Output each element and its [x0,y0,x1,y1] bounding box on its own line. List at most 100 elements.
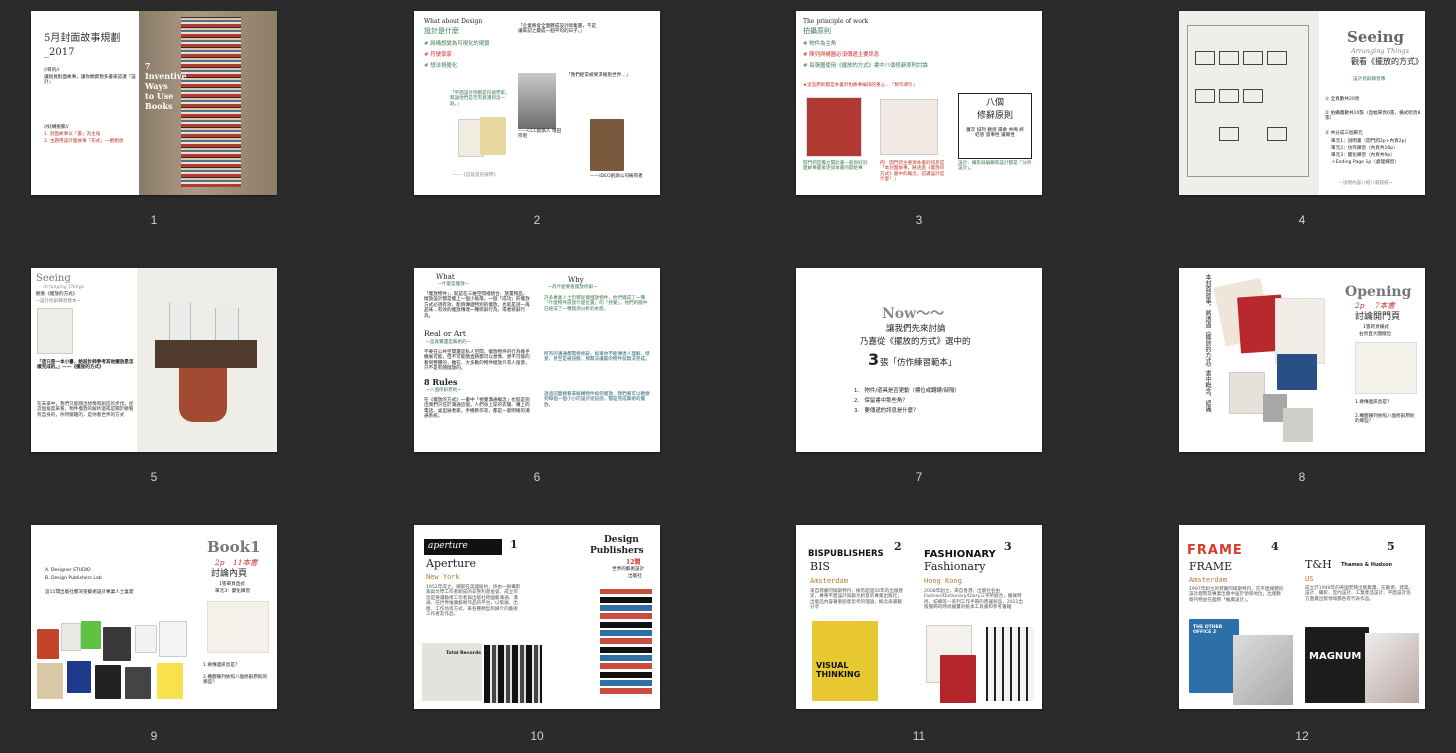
slide-thumbnail-8[interactable]: 本封面故事，將透過《擺放的方式》書中概念，認識 Opening 2p 7本書 討… [1179,268,1425,452]
magazine-photo [1233,635,1293,705]
publisher-desc-1: 來自荷蘭阿姆斯特丹，擁有超過50年的出版歷史，專事平面設計與藝文創意的專業出版社… [810,589,904,611]
slide-thumbnail-4[interactable]: Seeing Arranging Things 觀看《擺放的方式》 設計修辭練習… [1179,11,1425,195]
unit-1: 單元1：說明書（開門詞2p+內頁2p） [1331,139,1410,144]
sketch-photo [1179,11,1319,195]
slide-heading: What about Design [424,18,483,25]
book-cover: MAGNUM [1305,627,1369,703]
rule-3: # 每張圖使用《擺放的方式》書中八個修辭原則討論 [803,63,928,69]
question-1: 1.要傳遞訊息是？ [1355,400,1392,405]
sketch-thumbnail [207,601,269,653]
publisher-desc: 1952年成立，總部在美國紐約，係由一群攝影家與文學工作者組成的非營利基金會，成… [426,585,521,618]
publishers-grid [600,589,652,697]
slide-thumbnail-5[interactable]: Seeing Arranging Things 觀看《擺放的方式》 ~設計修辭練… [31,268,277,452]
publisher-city-2: Hong Kong [924,577,962,585]
rules-box-body: 層次 排列 觀感 陽傘 共鳴 終結感 當事性 讓賞性 [966,128,1024,139]
slide-number: 6 [533,470,541,484]
page-count: 2p [1355,301,1365,310]
right-title-2: Publishers [590,546,644,556]
slide-thumbnail-9[interactable]: Book1 2p 11本書 討論內頁 1張單頁直式 單元3：變化練習 A. De… [31,525,277,709]
goal-heading: //目的// [44,68,60,73]
book-cover: VISUAL THINKING [812,621,878,701]
rules-subheading: ~八個修辭原則~ [426,388,462,393]
section-label: 觀看《擺放的方式》 [36,292,78,297]
slide-thumbnail-6[interactable]: What ~什麼是擺放~ 「擺放物件」，就是在三維空間裡組合、放置物品，擺放設計… [414,268,660,452]
note: ★這些原則都是本書針對故事編排的重心…「製作導引」 [803,83,918,88]
vertical-text: 本封面故事，將透過《擺放的方式》書中概念，認識 [1204,274,1211,412]
slide-thumbnail-3[interactable]: The principle of work 拍攝原則 # 物件為主角 # 陳列與… [796,11,1042,195]
question-2: 2.構圖陳列依照八個修辭原則的哪些？ [203,675,268,686]
option-a: A. Designer STUDIO [45,568,91,573]
slide-number: 3 [915,213,923,227]
book-cover [590,119,624,171]
book-title: MAGNUM [1309,651,1362,662]
what-paragraph: 「擺放物件」，就是在三維空間裡組合、放置物品，擺放設計都是擺上一個小角落。一個「… [424,292,530,319]
option-b: B. Design Publishers Lab [45,576,102,581]
real-heading: Real or Art [424,329,466,338]
slide-thumbnail-11[interactable]: BISPUBLISHERS 2 BIS Amsterdam 來自荷蘭阿姆斯特丹，… [796,525,1042,709]
publisher-name-2: T&H [1305,558,1332,571]
tag-1: # 將構想變為可視化的現實 [424,41,490,47]
what-subheading: ~什麼是擺放~ [438,282,469,287]
rules-box: 八個 修辭原則 層次 排列 觀感 陽傘 共鳴 終結感 當事性 讓賞性 [958,93,1032,159]
index-number-2: 3 [1004,540,1012,553]
rules-box-title-1: 八個 [985,98,1004,108]
point-3: ③ 共分成三個單元 [1325,131,1363,136]
desc-2: 單元3：變化練習 [215,589,251,594]
slide-number: 4 [1298,213,1306,227]
brand-name: aperture [428,541,468,551]
book-cover [37,308,73,354]
brand-logo-2: Thames & Hudson [1341,562,1393,568]
sketch-thumbnail [1355,342,1417,394]
caption-3: ——IDEO創辦公司擁有者 [590,174,643,179]
book-title: VISUAL THINKING [816,661,861,680]
line-1: 讓我們先來討論 [886,324,946,334]
publisher-name-1: BIS [810,560,830,573]
unit-2: 單元2：仿作練習（內頁共16p） [1331,146,1398,151]
quote: 「這只是一本小書，給設計師參考其他擺放是怎樣完成的。」——《擺放的方式》 [37,360,134,371]
right-count: 12間 [626,559,641,566]
slide-thumbnail-1[interactable]: 5月封面故事規劃 _2017 //目的// 讓組員對面故事，讓你願資預多書來認識… [31,11,277,195]
why-heading: Why [568,276,584,284]
paragraph-1: 「企業將會全面體成設計師集團，不是讓來認之變成一個平均的日子。」 [518,24,597,35]
index-number: 1 [510,538,518,551]
why-paragraph-2: 所有的溝通都需要修辭。如果你不能傳達人理解、感受、甚至是被說服，那無法讓最的物件… [544,352,650,363]
books-collage [37,621,187,705]
rule-2: # 陳列與構圖必須傳遞主要訊息 [803,52,880,58]
what-heading: What [436,273,455,281]
slide-thumbnail-10[interactable]: aperture 1 Aperture New York 1952年成立，總部在… [414,525,660,709]
real-subheading: ~是真實還是藝術的~ [426,340,471,345]
slide-thumbnail-12[interactable]: FRAME 4 FRAME Amsterdam 1997年創立的荷蘭阿姆斯特丹，… [1179,525,1425,709]
rules-box-title-2: 修辭原則 [976,111,1013,121]
slide-subtitle: Arranging Things [1351,47,1409,55]
slide-number: 2 [533,213,541,227]
footer-note: ~說明內容八較八較較較~ [1339,181,1393,186]
book-cover [480,117,506,155]
index-number-2: 5 [1387,540,1395,553]
tools-photo [986,627,1034,701]
idea-item-1: 1. 封面故事以「書」為主角 [44,132,101,137]
rule-1: # 物件為主角 [803,41,837,47]
line-2: 乃嘉從《擺放的方式》選中的 [860,337,971,347]
slide-subtitle: 討論開門頁 [1355,312,1401,322]
slide-title: Seeing [1347,28,1405,46]
book-title: Total Records [446,651,481,656]
index-number-1: 4 [1271,540,1279,553]
now-heading: Now～～ [882,306,945,322]
right-title-1: Design [604,535,639,545]
slide-title: Opening [1345,284,1412,300]
slide-thumbnail-7[interactable]: Now～～ 讓我們先來討論 乃嘉從《擺放的方式》選中的 3 張「仿作練習範本」 … [796,268,1042,452]
slide-number: 5 [150,470,158,484]
zh-title: 觀看《擺放的方式》 [1351,57,1423,66]
publisher-city-1: Amsterdam [1189,576,1227,584]
caption-3: 設計、攝影與編輯和設計都是「分析設計」。 [958,161,1032,172]
unit-4: ＋Ending Page 1p（處理練習） [1331,160,1399,165]
publisher-desc-2: 成立於1949年的英國老牌出版集團，在藝術、建築、設計、攝影、室內設計、工業產品… [1305,586,1414,602]
index-number-1: 2 [894,540,902,553]
bookshelf-photo: 7 Inventive Ways to Use Books [139,11,277,195]
slide-number: 10 [530,729,544,743]
publisher-desc-2: 2008年創立，來自香港，出版社名由Fashion/Dictionary/Dia… [924,589,1023,611]
slide-thumbnail-2[interactable]: What about Design 設計是什麼 # 將構想變為可視化的現實 # … [414,11,660,195]
question-2: 2.構圖陳列依照八個修辭原則的哪些？ [1355,414,1415,425]
right-desc-1: 世界的藝術設計 [612,567,645,572]
slide-number: 12 [1295,729,1309,743]
